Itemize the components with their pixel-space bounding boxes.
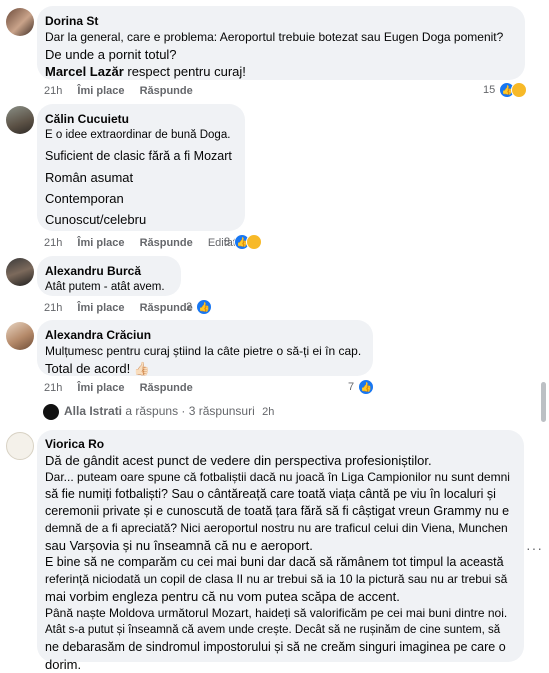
reply-button[interactable]: Răspunde	[140, 237, 193, 249]
comment-author[interactable]: Călin Cucuietu	[45, 111, 233, 127]
comment-author[interactable]: Alexandra Crăciun	[45, 327, 361, 343]
comment-text: Cunoscut/celebru	[45, 212, 147, 227]
comment-text: Suficient de clasic fără a fi Mozart	[45, 149, 232, 163]
comment-actions: 21h Îmi place Răspunde	[44, 84, 205, 98]
comment-author[interactable]: Alexandru Burcă	[45, 263, 169, 279]
comment-text: ceremonii private și e cunoscută de toat…	[45, 504, 510, 518]
comment-actions: 21h Îmi place Răspunde Editat	[44, 236, 248, 250]
comment-actions: 21h Îmi place Răspunde	[44, 301, 205, 315]
like-reaction-icon: 👍	[358, 379, 375, 396]
view-replies-link[interactable]: Alla Istrati a răspuns · 3 răspunsuri 2h	[43, 404, 274, 420]
comment-text: ne debarasăm de sindromul impostorului ș…	[45, 640, 506, 654]
reaction-count: 8	[224, 236, 231, 248]
mention-link[interactable]: Marcel Lazăr	[45, 64, 124, 79]
comment-text: Dar... puteam oare spune că fotbaliștii …	[45, 470, 510, 484]
comment-text-rest: respect pentru curaj!	[123, 64, 246, 79]
comment-text: Român asumat	[45, 170, 134, 185]
comment-bubble: Viorica Ro Dă de gândit acest punct de v…	[37, 430, 524, 672]
comment-text: mai vorbim engleza pentru că nu vom pute…	[45, 589, 400, 604]
like-button[interactable]: Îmi place	[77, 302, 124, 314]
comment-actions: 21h Îmi place Răspunde	[44, 381, 205, 395]
comment-text: demnă de a fi apreciată? Nici aeroportul…	[45, 521, 508, 535]
reaction-count: 7	[348, 381, 355, 393]
reply-button[interactable]: Răspunde	[140, 302, 193, 314]
like-button[interactable]: Îmi place	[77, 382, 124, 394]
comment-text: Dar la general, care e problema: Aeropor…	[45, 30, 504, 44]
comment-time[interactable]: 21h	[44, 237, 62, 249]
comment-time[interactable]: 21h	[44, 382, 62, 394]
comment-bubble: Alexandru Burcă Atât putem - atât avem.	[37, 256, 181, 296]
like-reaction-icon: 👍	[196, 299, 213, 316]
reaction-summary[interactable]: 2 👍	[186, 299, 213, 316]
avatar[interactable]	[6, 106, 34, 134]
comment-author[interactable]: Viorica Ro	[45, 436, 512, 452]
comment-text: E o idee extraordinar de bună Doga.	[45, 129, 231, 141]
comment-text: E bine să ne comparăm cu cei mai buni da…	[45, 555, 504, 569]
reply-time: 2h	[262, 406, 275, 419]
comment-bubble: Călin Cucuietu E o idee extraordinar de …	[37, 104, 245, 231]
reply-button[interactable]: Răspunde	[140, 382, 193, 394]
comment-text: Dă de gândit acest punct de vedere din p…	[45, 453, 432, 468]
comment-text: Până naște Moldova următorul Mozart, hai…	[45, 606, 508, 620]
avatar[interactable]	[6, 432, 34, 460]
comment-time[interactable]: 21h	[44, 85, 62, 97]
reaction-count: 2	[186, 301, 193, 313]
comment-text: De unde a pornit totul?	[45, 47, 177, 62]
comment-bubble: Dorina St Dar la general, care e problem…	[37, 6, 525, 80]
reaction-summary[interactable]: 7 👍	[348, 379, 375, 396]
comment-text: Marcel Lazăr respect pentru curaj!	[45, 63, 513, 80]
comment-text: să fie numiți fotbaliști? Sau o cântărea…	[45, 487, 496, 501]
reaction-summary[interactable]: 15 👍	[483, 82, 528, 99]
haha-reaction-icon	[511, 82, 528, 99]
reply-summary: a răspuns · 3 răspunsuri	[122, 404, 255, 419]
comment-bubble: Alexandra Crăciun Mulțumesc pentru curaj…	[37, 320, 373, 376]
more-options-icon[interactable]: ···	[526, 540, 543, 556]
comment-text: Total de acord! 👍🏻	[45, 361, 151, 376]
haha-reaction-icon	[246, 234, 263, 251]
comment-text: Contemporan	[45, 191, 124, 206]
comment-time[interactable]: 21h	[44, 302, 62, 314]
comment-text: sau Varșovia și nu înseamnă că nu e aero…	[45, 538, 313, 553]
comment-text: referință niciodată un copil de clasa II…	[45, 572, 508, 586]
comment-author[interactable]: Dorina St	[45, 13, 513, 29]
reply-author: Alla Istrati	[64, 404, 123, 419]
avatar[interactable]	[6, 322, 34, 350]
reaction-summary[interactable]: 8 👍	[224, 234, 263, 251]
reply-button[interactable]: Răspunde	[140, 85, 193, 97]
like-button[interactable]: Îmi place	[77, 237, 124, 249]
scrollbar-thumb[interactable]	[541, 382, 546, 422]
comment-text: Atât putem - atât avem.	[45, 281, 165, 293]
comment-text: dorim.	[45, 657, 82, 672]
comment-text: Atât s-a putut și înseamnă că avem unde …	[45, 624, 501, 636]
reaction-count: 15	[483, 84, 496, 96]
avatar[interactable]	[6, 258, 34, 286]
avatar[interactable]	[6, 8, 34, 36]
comment-text: Mulțumesc pentru curaj știind la câte pi…	[45, 344, 362, 358]
like-button[interactable]: Îmi place	[77, 85, 124, 97]
reply-avatar	[43, 404, 59, 420]
